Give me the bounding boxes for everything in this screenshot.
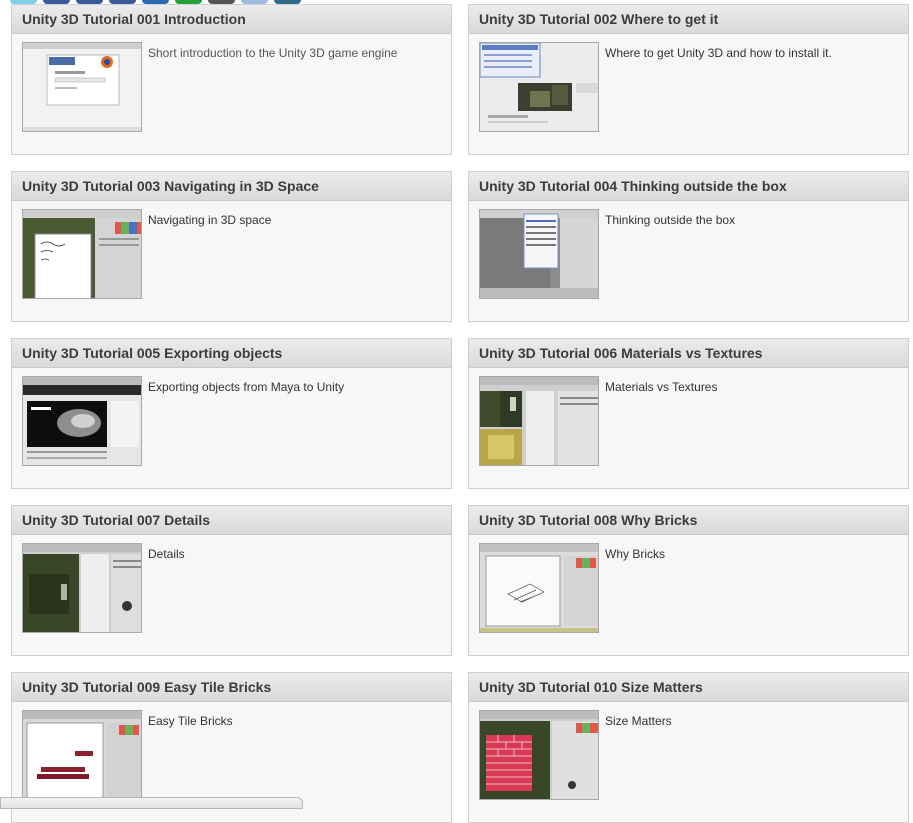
tutorial-description: Why Bricks: [605, 547, 665, 561]
tutorial-card-006: Unity 3D Tutorial 006 Materials vs Textu…: [468, 338, 909, 489]
tutorial-card-004: Unity 3D Tutorial 004 Thinking outside t…: [468, 171, 909, 322]
tutorial-title[interactable]: Unity 3D Tutorial 007 Details: [12, 506, 451, 535]
tutorial-description: Size Matters: [605, 714, 672, 728]
tutorial-title[interactable]: Unity 3D Tutorial 001 Introduction: [12, 5, 451, 34]
tutorial-description: Where to get Unity 3D and how to install…: [605, 46, 832, 60]
unity-brick-wall-screenshot-icon[interactable]: [479, 710, 599, 800]
tutorial-title[interactable]: Unity 3D Tutorial 004 Thinking outside t…: [469, 172, 908, 201]
unity-website-screenshot-icon[interactable]: [479, 42, 599, 132]
tutorial-description: Exporting objects from Maya to Unity: [148, 380, 345, 394]
tutorial-card-001: Unity 3D Tutorial 001 Introduction Short…: [11, 4, 452, 155]
bottom-toolbar-tab[interactable]: [0, 797, 303, 809]
unity-scene-screenshot-icon[interactable]: [22, 543, 142, 633]
tutorial-description: Short introduction to the Unity 3D game …: [148, 46, 398, 60]
tutorial-description: Details: [148, 547, 185, 561]
tutorial-title[interactable]: Unity 3D Tutorial 005 Exporting objects: [12, 339, 451, 368]
tutorial-card-008: Unity 3D Tutorial 008 Why Bricks Why Bri…: [468, 505, 909, 656]
unity-editor-notes-screenshot-icon[interactable]: [22, 209, 142, 299]
tutorial-description: Easy Tile Bricks: [148, 714, 233, 728]
tutorial-card-005: Unity 3D Tutorial 005 Exporting objects …: [11, 338, 452, 489]
unity-wireframe-screenshot-icon[interactable]: [479, 543, 599, 633]
tutorial-card-007: Unity 3D Tutorial 007 Details Details: [11, 505, 452, 656]
tutorial-title[interactable]: Unity 3D Tutorial 003 Navigating in 3D S…: [12, 172, 451, 201]
autodesk-page-screenshot-icon[interactable]: [22, 376, 142, 466]
tutorial-description: Materials vs Textures: [605, 380, 718, 394]
firefox-page-screenshot-icon[interactable]: [22, 42, 142, 132]
tutorial-card-002: Unity 3D Tutorial 002 Where to get it Wh…: [468, 4, 909, 155]
tutorial-title[interactable]: Unity 3D Tutorial 002 Where to get it: [469, 5, 908, 34]
tutorial-card-010: Unity 3D Tutorial 010 Size Matters Size …: [468, 672, 909, 823]
unity-editor-menu-screenshot-icon[interactable]: [479, 209, 599, 299]
tutorial-title[interactable]: Unity 3D Tutorial 008 Why Bricks: [469, 506, 908, 535]
unity-tile-bricks-screenshot-icon[interactable]: [22, 710, 142, 800]
tutorial-card-003: Unity 3D Tutorial 003 Navigating in 3D S…: [11, 171, 452, 322]
tutorial-description: Thinking outside the box: [605, 213, 736, 227]
tutorial-description: Navigating in 3D space: [148, 213, 272, 227]
tutorial-title[interactable]: Unity 3D Tutorial 010 Size Matters: [469, 673, 908, 702]
tutorial-title[interactable]: Unity 3D Tutorial 006 Materials vs Textu…: [469, 339, 908, 368]
unity-materials-screenshot-icon[interactable]: [479, 376, 599, 466]
tutorial-title[interactable]: Unity 3D Tutorial 009 Easy Tile Bricks: [12, 673, 451, 702]
